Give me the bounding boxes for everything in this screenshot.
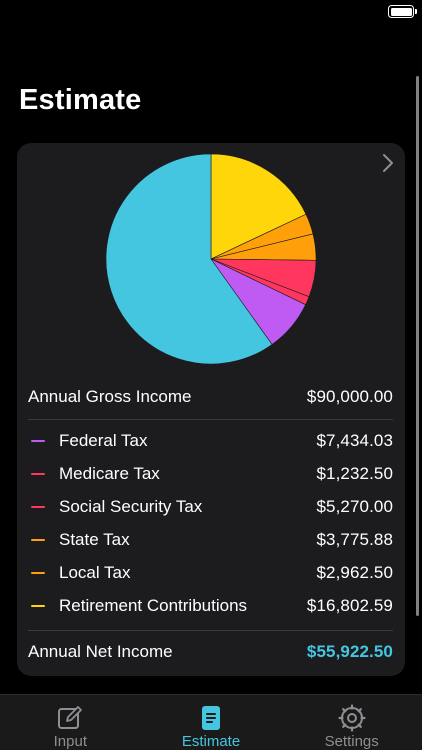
tab-label: Estimate — [181, 733, 241, 750]
chevron-right-icon[interactable] — [381, 153, 395, 173]
deduction-label: Social Security Tax — [59, 497, 203, 516]
income-breakdown-pie — [105, 153, 317, 365]
deduction-value: $1,232.50 — [316, 464, 393, 483]
page-title: Estimate — [19, 84, 142, 116]
divider — [28, 419, 393, 420]
edit-icon — [58, 706, 83, 729]
deduction-label: State Tax — [59, 530, 130, 549]
divider — [28, 630, 393, 631]
battery-icon — [388, 5, 414, 18]
deduction-row-local-tax: Local Tax $2,962.50 — [28, 561, 393, 585]
legend-dash — [31, 572, 45, 574]
net-income-value: $55,922.50 — [306, 642, 393, 661]
deduction-value: $3,775.88 — [316, 530, 393, 549]
gross-income-row: Annual Gross Income $90,000.00 — [28, 385, 393, 409]
status-bar — [0, 0, 422, 28]
net-income-label: Annual Net Income — [28, 642, 173, 661]
gross-income-value: $90,000.00 — [306, 387, 393, 406]
deduction-row-federal-tax: Federal Tax $7,434.03 — [28, 429, 393, 453]
deduction-label: Retirement Contributions — [59, 596, 248, 615]
deduction-value: $7,434.03 — [316, 431, 393, 450]
legend-dash — [31, 506, 45, 508]
tab-settings[interactable]: Settings — [281, 695, 422, 750]
legend-dash — [31, 473, 45, 475]
deduction-value: $5,270.00 — [316, 497, 393, 516]
scroll-indicator[interactable] — [416, 76, 419, 616]
tab-label: Input — [53, 733, 88, 750]
deduction-row-medicare-tax: Medicare Tax $1,232.50 — [28, 462, 393, 486]
deduction-row-social-security-tax: Social Security Tax $5,270.00 — [28, 495, 393, 519]
tab-label: Settings — [324, 733, 379, 750]
legend-dash — [31, 440, 45, 442]
deduction-value: $2,962.50 — [316, 563, 393, 582]
document-icon — [202, 706, 220, 730]
gear-icon — [338, 704, 366, 732]
tab-input[interactable]: Input — [0, 695, 141, 750]
deduction-label: Federal Tax — [59, 431, 148, 450]
deduction-value: $16,802.59 — [306, 596, 393, 615]
deduction-row-state-tax: State Tax $3,775.88 — [28, 528, 393, 552]
tab-bar: Input Estimate Settings — [0, 694, 422, 750]
estimate-card[interactable]: Annual Gross Income $90,000.00 Federal T… — [17, 143, 405, 676]
gross-income-label: Annual Gross Income — [28, 387, 192, 406]
legend-dash — [31, 539, 45, 541]
net-income-row: Annual Net Income $55,922.50 — [28, 640, 393, 664]
deduction-label: Medicare Tax — [59, 464, 160, 483]
deduction-label: Local Tax — [59, 563, 131, 582]
tab-estimate[interactable]: Estimate — [141, 695, 282, 750]
deduction-row-retirement-contributions: Retirement Contributions $16,802.59 — [28, 594, 393, 618]
battery-cap — [415, 9, 417, 14]
legend-dash — [31, 605, 45, 607]
